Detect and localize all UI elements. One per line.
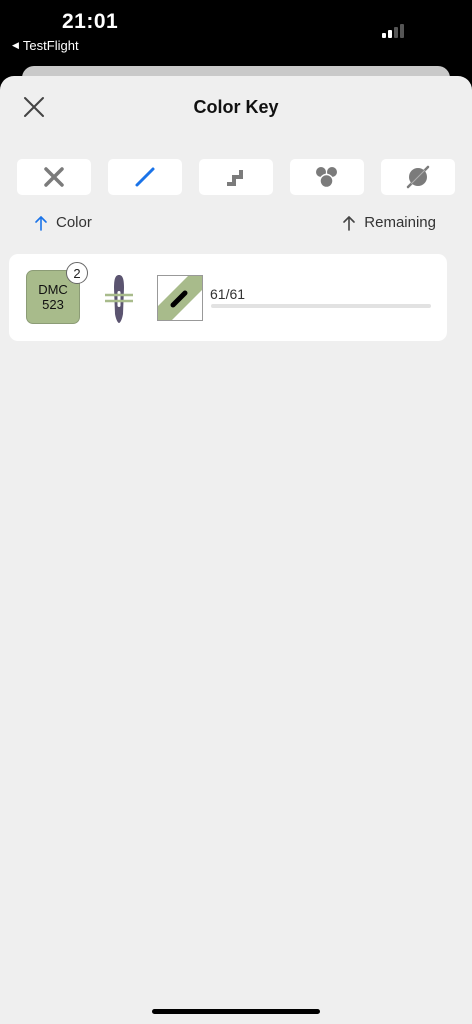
sort-color-label: Color <box>56 214 92 231</box>
mode-french-knots-button[interactable] <box>290 159 364 195</box>
sort-by-color-button[interactable]: Color <box>34 214 92 231</box>
status-time: 21:01 <box>62 10 119 33</box>
full-cross-stitch-icon <box>44 167 64 187</box>
sort-remaining-label: Remaining <box>364 214 436 231</box>
progress-count: 61/61 <box>210 286 246 302</box>
mode-bead-button[interactable] <box>381 159 455 195</box>
home-indicator <box>152 1009 320 1014</box>
progress-bar-fill <box>211 304 431 308</box>
back-to-app-link[interactable]: ◀ TestFlight <box>12 38 79 53</box>
strand-count-badge: 2 <box>66 262 88 284</box>
back-stitch-preview-icon <box>158 276 202 320</box>
mode-back-stitch-button[interactable] <box>108 159 182 195</box>
stitch-preview <box>157 275 203 321</box>
color-key-sheet: Color Key Color Remaining DMC 523 2 61/6… <box>0 76 472 1024</box>
bead-icon <box>406 165 430 189</box>
page-title: Color Key <box>193 97 279 117</box>
mode-stair-stitch-button[interactable] <box>199 159 273 195</box>
progress-bar <box>211 304 431 308</box>
thread-brand: DMC <box>38 282 68 297</box>
thread-row[interactable]: DMC 523 2 61/61 <box>9 254 447 341</box>
back-triangle-icon: ◀ <box>12 40 19 50</box>
thread-code: 523 <box>42 297 64 312</box>
arrow-up-icon <box>35 215 47 231</box>
status-bar: 21:01 ◀ TestFlight <box>0 0 472 64</box>
french-knots-icon <box>316 167 337 189</box>
stair-stitch-icon <box>227 170 243 186</box>
cellular-signal-icon <box>382 24 404 38</box>
back-stitch-icon <box>135 167 155 187</box>
arrow-up-icon <box>343 215 356 231</box>
sort-by-remaining-button[interactable]: Remaining <box>342 214 436 231</box>
stitch-mode-selector <box>17 159 455 195</box>
mode-full-cross-button[interactable] <box>17 159 91 195</box>
needle-thread-icon <box>105 275 133 323</box>
back-app-label: TestFlight <box>22 38 79 53</box>
